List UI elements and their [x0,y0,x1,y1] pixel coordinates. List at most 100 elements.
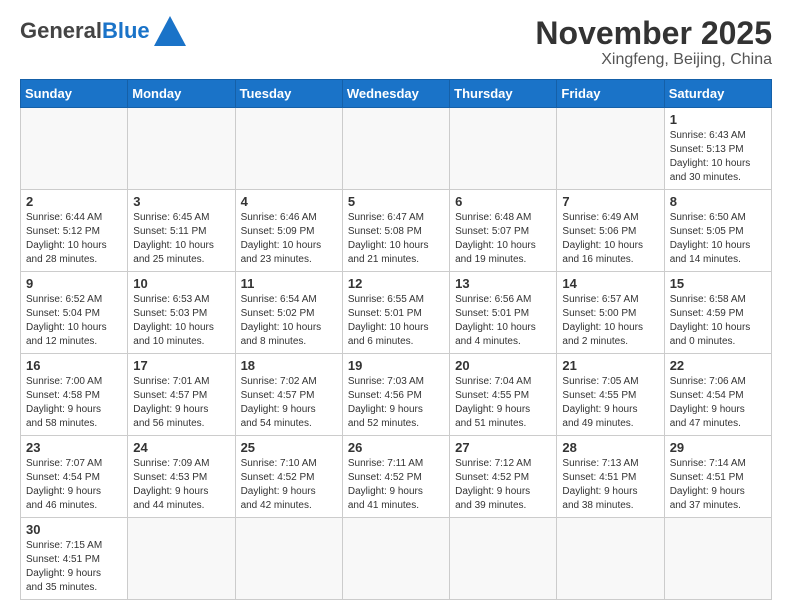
calendar-cell: 1Sunrise: 6:43 AM Sunset: 5:13 PM Daylig… [664,108,771,190]
calendar-cell [128,108,235,190]
col-thursday: Thursday [450,80,557,108]
day-info: Sunrise: 6:52 AM Sunset: 5:04 PM Dayligh… [26,293,122,349]
day-number: 9 [26,276,122,291]
day-number: 1 [670,112,766,127]
day-number: 4 [241,194,337,209]
day-number: 30 [26,522,122,537]
day-number: 27 [455,440,551,455]
calendar-cell: 5 Sunrise: 6:47 AM Sunset: 5:08 PM Daylig… [342,190,449,272]
day-info: Sunrise: 7:04 AM Sunset: 4:55 PM Dayligh… [455,375,551,431]
calendar-cell: 8Sunrise: 6:50 AM Sunset: 5:05 PM Daylig… [664,190,771,272]
day-info: Sunrise: 6:49 AM Sunset: 5:06 PM Dayligh… [562,211,658,267]
calendar-cell [557,518,664,600]
day-info: Sunrise: 7:01 AM Sunset: 4:57 PM Dayligh… [133,375,229,431]
day-info: Sunrise: 7:13 AM Sunset: 4:51 PM Dayligh… [562,457,658,513]
calendar-cell: 23 Sunrise: 7:07 AM Sunset: 4:54 PM Dayli… [21,436,128,518]
week-row: 30Sunrise: 7:15 AM Sunset: 4:51 PM Dayli… [21,518,772,600]
day-info: Sunrise: 7:11 AM Sunset: 4:52 PM Dayligh… [348,457,444,513]
calendar-cell: 18Sunrise: 7:02 AM Sunset: 4:57 PM Dayli… [235,354,342,436]
calendar-cell: 21Sunrise: 7:05 AM Sunset: 4:55 PM Dayli… [557,354,664,436]
calendar-cell [235,518,342,600]
day-info: Sunrise: 6:56 AM Sunset: 5:01 PM Dayligh… [455,293,551,349]
week-row: 9 Sunrise: 6:52 AM Sunset: 5:04 PM Daylig… [21,272,772,354]
col-monday: Monday [128,80,235,108]
calendar-subtitle: Xingfeng, Beijing, China [535,51,772,69]
day-number: 25 [241,440,337,455]
day-number: 6 [455,194,551,209]
day-number: 3 [133,194,229,209]
day-info: Sunrise: 6:55 AM Sunset: 5:01 PM Dayligh… [348,293,444,349]
day-number: 23 [26,440,122,455]
week-row: 23 Sunrise: 7:07 AM Sunset: 4:54 PM Dayli… [21,436,772,518]
day-info: Sunrise: 7:09 AM Sunset: 4:53 PM Dayligh… [133,457,229,513]
calendar-cell: 4 Sunrise: 6:46 AM Sunset: 5:09 PM Daylig… [235,190,342,272]
logo-blue: Blue [102,18,150,43]
day-info: Sunrise: 7:03 AM Sunset: 4:56 PM Dayligh… [348,375,444,431]
day-info: Sunrise: 6:53 AM Sunset: 5:03 PM Dayligh… [133,293,229,349]
day-info: Sunrise: 6:46 AM Sunset: 5:09 PM Dayligh… [241,211,337,267]
calendar-cell: 30Sunrise: 7:15 AM Sunset: 4:51 PM Dayli… [21,518,128,600]
day-info: Sunrise: 6:45 AM Sunset: 5:11 PM Dayligh… [133,211,229,267]
day-number: 17 [133,358,229,373]
day-number: 28 [562,440,658,455]
week-row: 2 Sunrise: 6:44 AM Sunset: 5:12 PM Daylig… [21,190,772,272]
day-info: Sunrise: 6:48 AM Sunset: 5:07 PM Dayligh… [455,211,551,267]
col-friday: Friday [557,80,664,108]
week-row: 16Sunrise: 7:00 AM Sunset: 4:58 PM Dayli… [21,354,772,436]
calendar-body: 1Sunrise: 6:43 AM Sunset: 5:13 PM Daylig… [21,108,772,600]
logo-icon: GeneralBlue [20,16,186,46]
calendar-cell: 12 Sunrise: 6:55 AM Sunset: 5:01 PM Dayli… [342,272,449,354]
week-row: 1Sunrise: 6:43 AM Sunset: 5:13 PM Daylig… [21,108,772,190]
day-number: 7 [562,194,658,209]
day-number: 2 [26,194,122,209]
day-info: Sunrise: 6:44 AM Sunset: 5:12 PM Dayligh… [26,211,122,267]
day-info: Sunrise: 6:47 AM Sunset: 5:08 PM Dayligh… [348,211,444,267]
logo-svg-icon [154,16,186,46]
day-info: Sunrise: 7:14 AM Sunset: 4:51 PM Dayligh… [670,457,766,513]
header: GeneralBlue November 2025 Xingfeng, Beij… [20,16,772,69]
calendar-cell: 2 Sunrise: 6:44 AM Sunset: 5:12 PM Daylig… [21,190,128,272]
day-info: Sunrise: 7:06 AM Sunset: 4:54 PM Dayligh… [670,375,766,431]
day-number: 11 [241,276,337,291]
calendar-cell: 19Sunrise: 7:03 AM Sunset: 4:56 PM Dayli… [342,354,449,436]
calendar-cell [235,108,342,190]
col-sunday: Sunday [21,80,128,108]
calendar-cell [664,518,771,600]
day-number: 29 [670,440,766,455]
day-info: Sunrise: 6:57 AM Sunset: 5:00 PM Dayligh… [562,293,658,349]
calendar-cell: 10 Sunrise: 6:53 AM Sunset: 5:03 PM Dayli… [128,272,235,354]
day-number: 12 [348,276,444,291]
day-number: 24 [133,440,229,455]
day-number: 14 [562,276,658,291]
calendar-cell: 14 Sunrise: 6:57 AM Sunset: 5:00 PM Dayli… [557,272,664,354]
day-info: Sunrise: 7:00 AM Sunset: 4:58 PM Dayligh… [26,375,122,431]
day-number: 20 [455,358,551,373]
calendar-cell [557,108,664,190]
calendar-cell: 20 Sunrise: 7:04 AM Sunset: 4:55 PM Dayli… [450,354,557,436]
calendar-header: Sunday Monday Tuesday Wednesday Thursday… [21,80,772,108]
col-tuesday: Tuesday [235,80,342,108]
day-number: 15 [670,276,766,291]
weekday-row: Sunday Monday Tuesday Wednesday Thursday… [21,80,772,108]
day-info: Sunrise: 7:07 AM Sunset: 4:54 PM Dayligh… [26,457,122,513]
calendar-cell: 3 Sunrise: 6:45 AM Sunset: 5:11 PM Daylig… [128,190,235,272]
calendar-cell: 13Sunrise: 6:56 AM Sunset: 5:01 PM Dayli… [450,272,557,354]
logo-wordmark: GeneralBlue [20,18,150,44]
calendar-cell [450,518,557,600]
calendar-cell [450,108,557,190]
day-info: Sunrise: 6:54 AM Sunset: 5:02 PM Dayligh… [241,293,337,349]
calendar-title: November 2025 [535,16,772,51]
day-number: 10 [133,276,229,291]
page: GeneralBlue November 2025 Xingfeng, Beij… [0,0,792,616]
day-number: 5 [348,194,444,209]
col-saturday: Saturday [664,80,771,108]
day-info: Sunrise: 7:12 AM Sunset: 4:52 PM Dayligh… [455,457,551,513]
calendar-cell: 28 Sunrise: 7:13 AM Sunset: 4:51 PM Dayli… [557,436,664,518]
col-wednesday: Wednesday [342,80,449,108]
logo: GeneralBlue [20,16,186,50]
day-number: 8 [670,194,766,209]
calendar-cell: 17 Sunrise: 7:01 AM Sunset: 4:57 PM Dayli… [128,354,235,436]
day-number: 21 [562,358,658,373]
day-number: 22 [670,358,766,373]
calendar-cell [21,108,128,190]
